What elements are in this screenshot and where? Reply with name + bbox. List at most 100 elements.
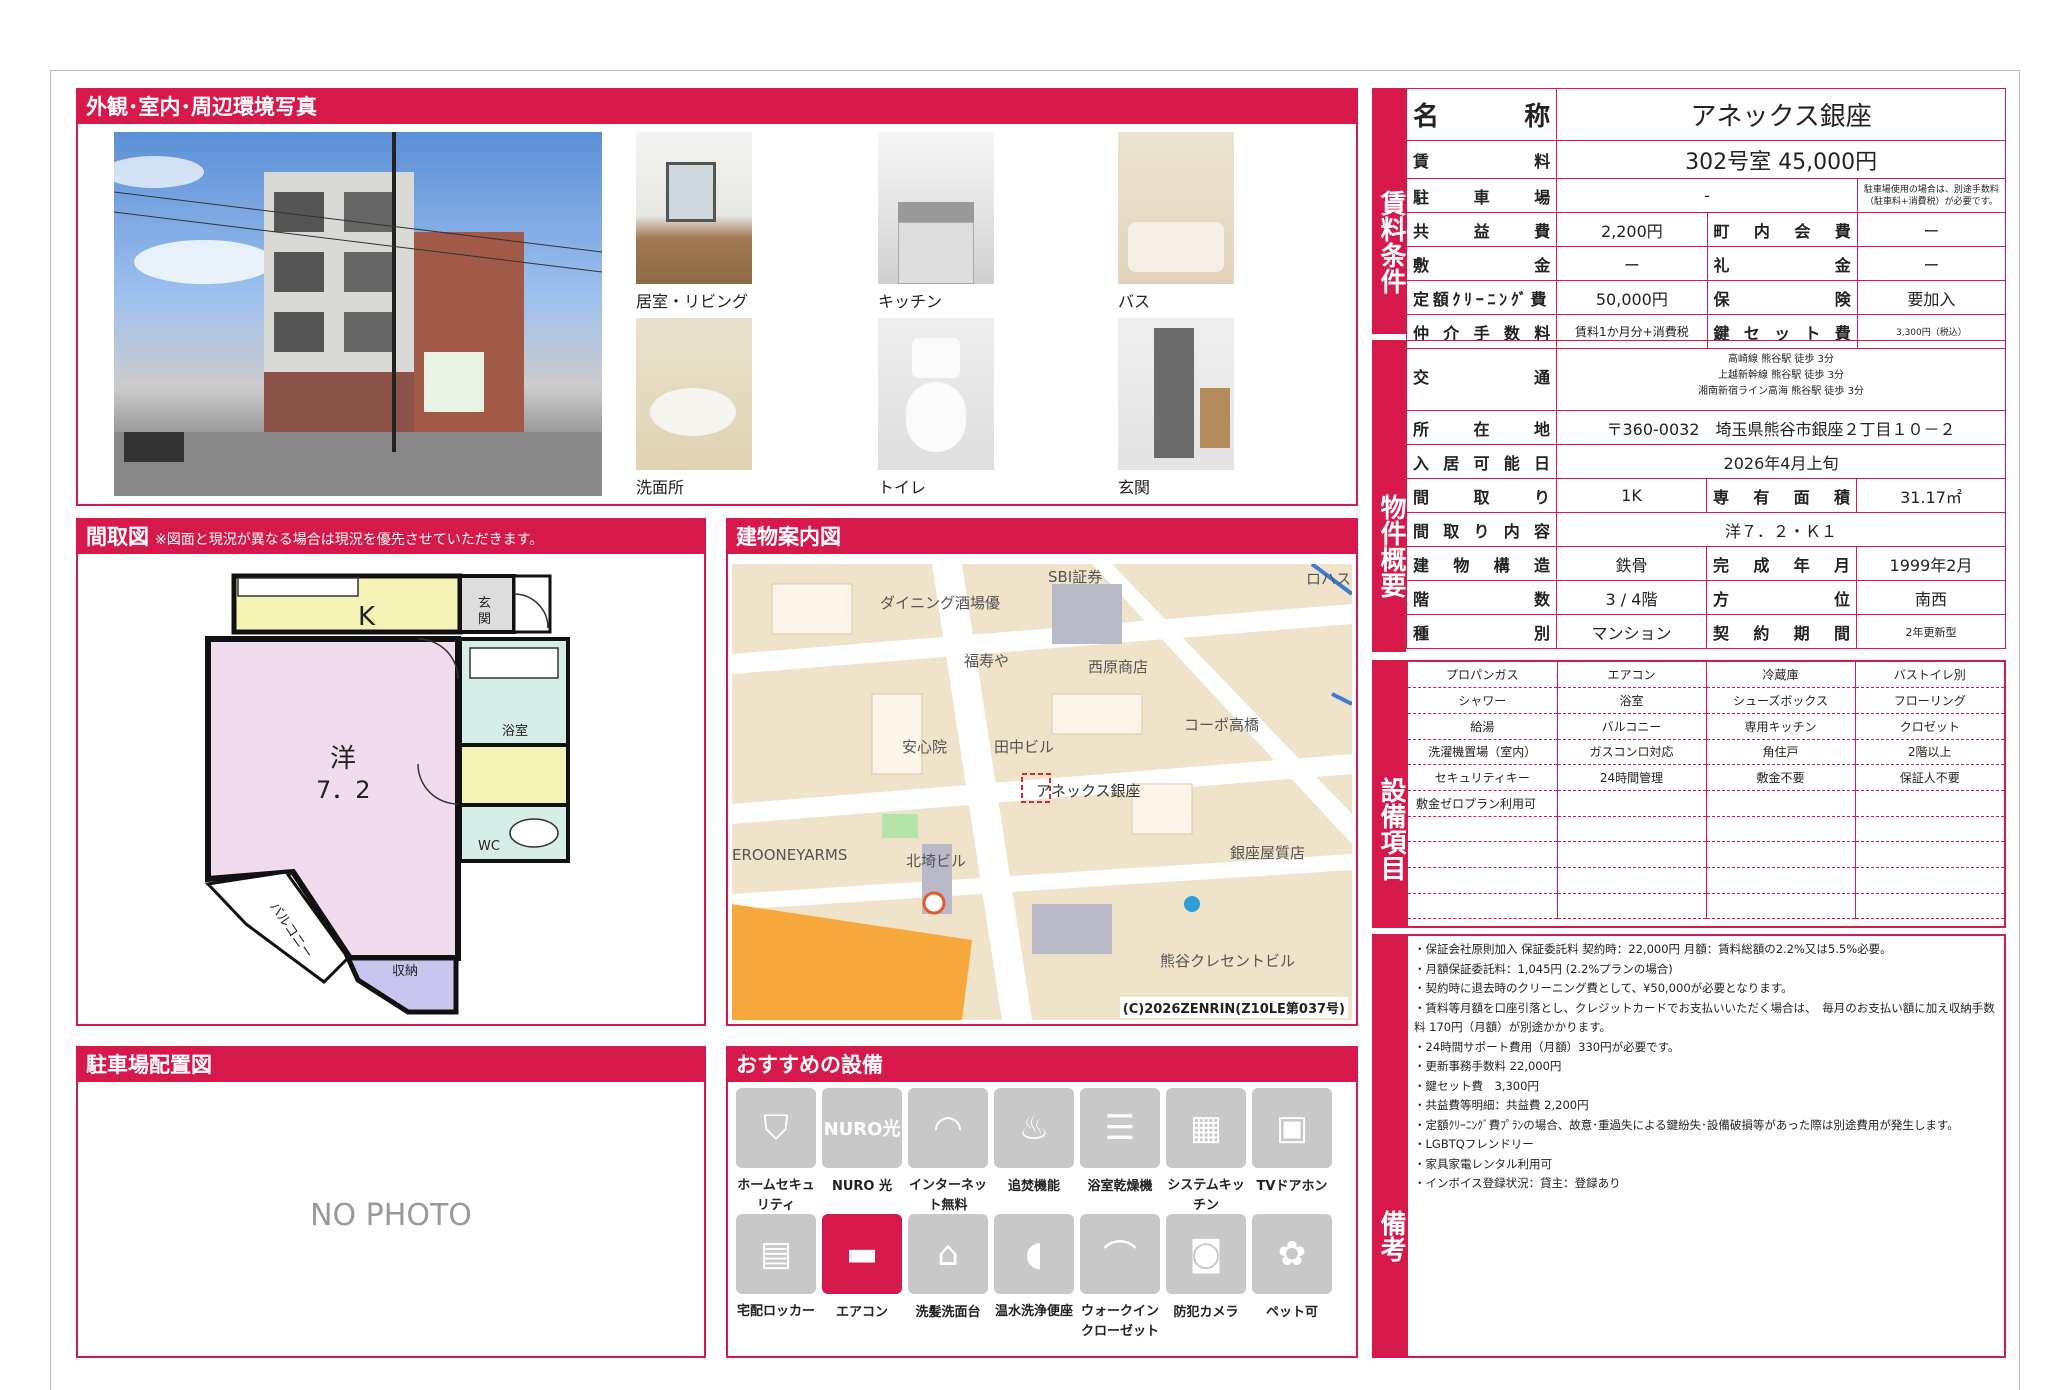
amenity-system-kitchen: ▦ システムキッチン [1166, 1088, 1246, 1216]
parking-note: 駐車場使用の場合は、別途手数料（駐車料+消費税）が必要です。 [1856, 178, 2007, 213]
transport-lines: 高崎線 熊谷駅 徒歩 3分 上越新幹線 熊谷駅 徒歩 3分 湘南新宿ライン高海 熊谷… [1556, 340, 2006, 411]
facility-cell: バルコニー [1557, 713, 1707, 740]
deposit-label: 敷金 [1405, 246, 1558, 281]
facility-row [1408, 893, 2004, 920]
washbasin-icon: ⌂ [908, 1214, 988, 1294]
facility-cell: クロゼット [1855, 713, 2004, 740]
facility-cell [1706, 841, 1856, 868]
type-value: マンション [1556, 614, 1707, 649]
parking-label: 駐車場 [1405, 178, 1558, 213]
photos-panel-title: 外観･室内･周辺環境写真 [78, 90, 1356, 124]
deposit-value: ー [1556, 246, 1708, 281]
facility-row [1408, 867, 2004, 894]
common-fee-label: 共益費 [1405, 212, 1558, 247]
floorplan-room-size: 7．2 [316, 776, 371, 804]
name-label: 名称 [1405, 88, 1558, 141]
entrance-photo[interactable] [1118, 318, 1234, 470]
remark-line: ・鍵セット費 3,300円 [1414, 1078, 1539, 1093]
facility-cell: 保証人不要 [1855, 764, 2004, 791]
wifi-icon: ◠ [908, 1088, 988, 1168]
amenity-washbasin: ⌂ 洗髪洗面台 [908, 1214, 988, 1324]
facility-row: プロパンガス エアコン 冷蔵庫 バストイレ別 [1408, 662, 2004, 689]
facility-cell [1408, 867, 1558, 894]
facility-cell [1855, 841, 2004, 868]
facility-row: シャワー 浴室 シューズボックス フローリング [1408, 687, 2004, 714]
parking-panel: 駐車場配置図 NO PHOTO [76, 1046, 706, 1358]
remark-line: ・家具家電レンタル利用可 [1414, 1156, 1552, 1171]
facility-cell: 敷金ゼロプラン利用可 [1408, 790, 1558, 817]
facility-cell: セキュリティキー [1408, 764, 1558, 791]
floorplan-kitchen-label: K [358, 602, 376, 632]
area-value: 31.17㎡ [1856, 478, 2006, 513]
facility-cell [1557, 893, 1707, 920]
facility-cell [1408, 893, 1558, 920]
floorplan-title: 間取図 [86, 525, 149, 549]
built-value: 1999年2月 [1856, 546, 2006, 581]
washroom-photo[interactable] [636, 318, 752, 470]
amenity-pets: ✿ ペット可 [1252, 1214, 1332, 1324]
remark-line: ・保証会社原則加入 保証委託料 契約時：22,000円 月額：賃料総額の2.2%… [1414, 942, 1892, 956]
cleaning-fee-label: 定額ｸﾘｰﾆﾝｸﾞ費 [1405, 280, 1558, 315]
floorplan-note: ※図面と現況が異なる場合は現況を優先させていただきます。 [155, 532, 544, 548]
move-in-value: 2026年4月上旬 [1556, 444, 2006, 479]
toilet-photo[interactable] [878, 318, 994, 470]
amenity-home-security: ⛉ ホームセキュリティ [736, 1088, 816, 1216]
paw-icon: ✿ [1252, 1214, 1332, 1294]
floorplan-panel: 間取図 ※図面と現況が異なる場合は現況を優先させていただきます。 K 玄関 洋 7… [76, 518, 706, 1026]
exterior-photo[interactable] [114, 132, 602, 496]
remark-line: ・インボイス登録状況：貸主：登録あり [1414, 1176, 1621, 1190]
facility-cell [1855, 790, 2004, 817]
caption-entrance: 玄関 [1118, 478, 1151, 497]
address-value: 〒360-0032 埼玉県熊谷市銀座２丁目１０－２ [1556, 410, 2006, 445]
map-label-sbi: SBI証券 [1048, 568, 1103, 586]
area-map[interactable]: SBI証券 ダイニング酒場優 福寿や 西原商店 コーポ高橋 安心院 田中ビル ア… [732, 564, 1352, 1020]
facility-row: 洗濯機置場（室内） ガスコンロ対応 角住戸 2階以上 [1408, 739, 2004, 766]
facility-cell: ガスコンロ対応 [1557, 739, 1707, 766]
facility-cell [1557, 816, 1707, 843]
remarks-side-label: 備考 [1372, 934, 1406, 1358]
structure-value: 鉄骨 [1556, 546, 1707, 581]
floorplan-entrance-label: 玄関 [478, 596, 492, 627]
layout-label: 間取り [1406, 478, 1557, 513]
map-label-crescent: 熊谷クレセントビル [1160, 952, 1296, 970]
key-money-value: ー [1856, 246, 2007, 281]
facility-cell [1408, 841, 1558, 868]
type-label: 種別 [1406, 614, 1557, 649]
amenity-aircon: ▬ エアコン [822, 1214, 902, 1324]
remark-line: ・月額保証委託料：1,045円 (2.2%プランの場合) [1414, 961, 1673, 976]
no-photo-placeholder: NO PHOTO [310, 1198, 472, 1233]
amenities-panel-title: おすすめの設備 [728, 1048, 1356, 1082]
facility-row: 給湯 バルコニー 専用キッチン クロゼット [1408, 713, 2004, 740]
amenity-tv-intercom: ▣ TVドアホン [1252, 1088, 1332, 1198]
facility-cell: 給湯 [1408, 713, 1558, 740]
map-label-anshinin: 安心院 [902, 738, 948, 756]
remarks-list: ・保証会社原則加入 保証委託料 契約時：22,000円 月額：賃料総額の2.2%… [1414, 940, 2002, 1194]
layout-value: 1K [1556, 478, 1707, 513]
facility-cell [1706, 893, 1856, 920]
amenity-reheat: ♨ 追焚機能 [994, 1088, 1074, 1198]
facility-cell: プロパンガス [1408, 662, 1558, 689]
built-label: 完成年月 [1706, 546, 1857, 581]
key-money-label: 礼金 [1706, 246, 1858, 281]
area-label: 専有面積 [1706, 478, 1857, 513]
facility-cell: 専用キッチン [1706, 713, 1856, 740]
facility-cell: 角住戸 [1706, 739, 1856, 766]
kitchen-icon: ▦ [1166, 1088, 1246, 1168]
map-label-tanaka: 田中ビル [994, 738, 1055, 756]
remark-line: ・更新事務手数料 22,000円 [1414, 1059, 1562, 1073]
direction-label: 方位 [1706, 580, 1857, 615]
remark-line: ・共益費等明細：共益費 2,200円 [1414, 1098, 1589, 1112]
floorplan-bath-label: 浴室 [502, 724, 529, 739]
aircon-icon: ▬ [822, 1214, 902, 1294]
living-room-photo[interactable] [636, 132, 752, 284]
map-label-lohas: ロハス [1306, 570, 1352, 588]
shield-icon: ⛉ [736, 1088, 816, 1168]
kitchen-photo[interactable] [878, 132, 994, 284]
map-label-fukujuya: 福寿や [964, 652, 1010, 670]
facility-cell: 敷金不要 [1706, 764, 1856, 791]
facility-cell [1557, 867, 1707, 894]
facility-cell [1557, 841, 1707, 868]
amenity-bath-dryer: ☰ 浴室乾燥機 [1080, 1088, 1160, 1198]
bath-photo[interactable] [1118, 132, 1234, 284]
parking-panel-title: 駐車場配置図 [78, 1048, 704, 1082]
